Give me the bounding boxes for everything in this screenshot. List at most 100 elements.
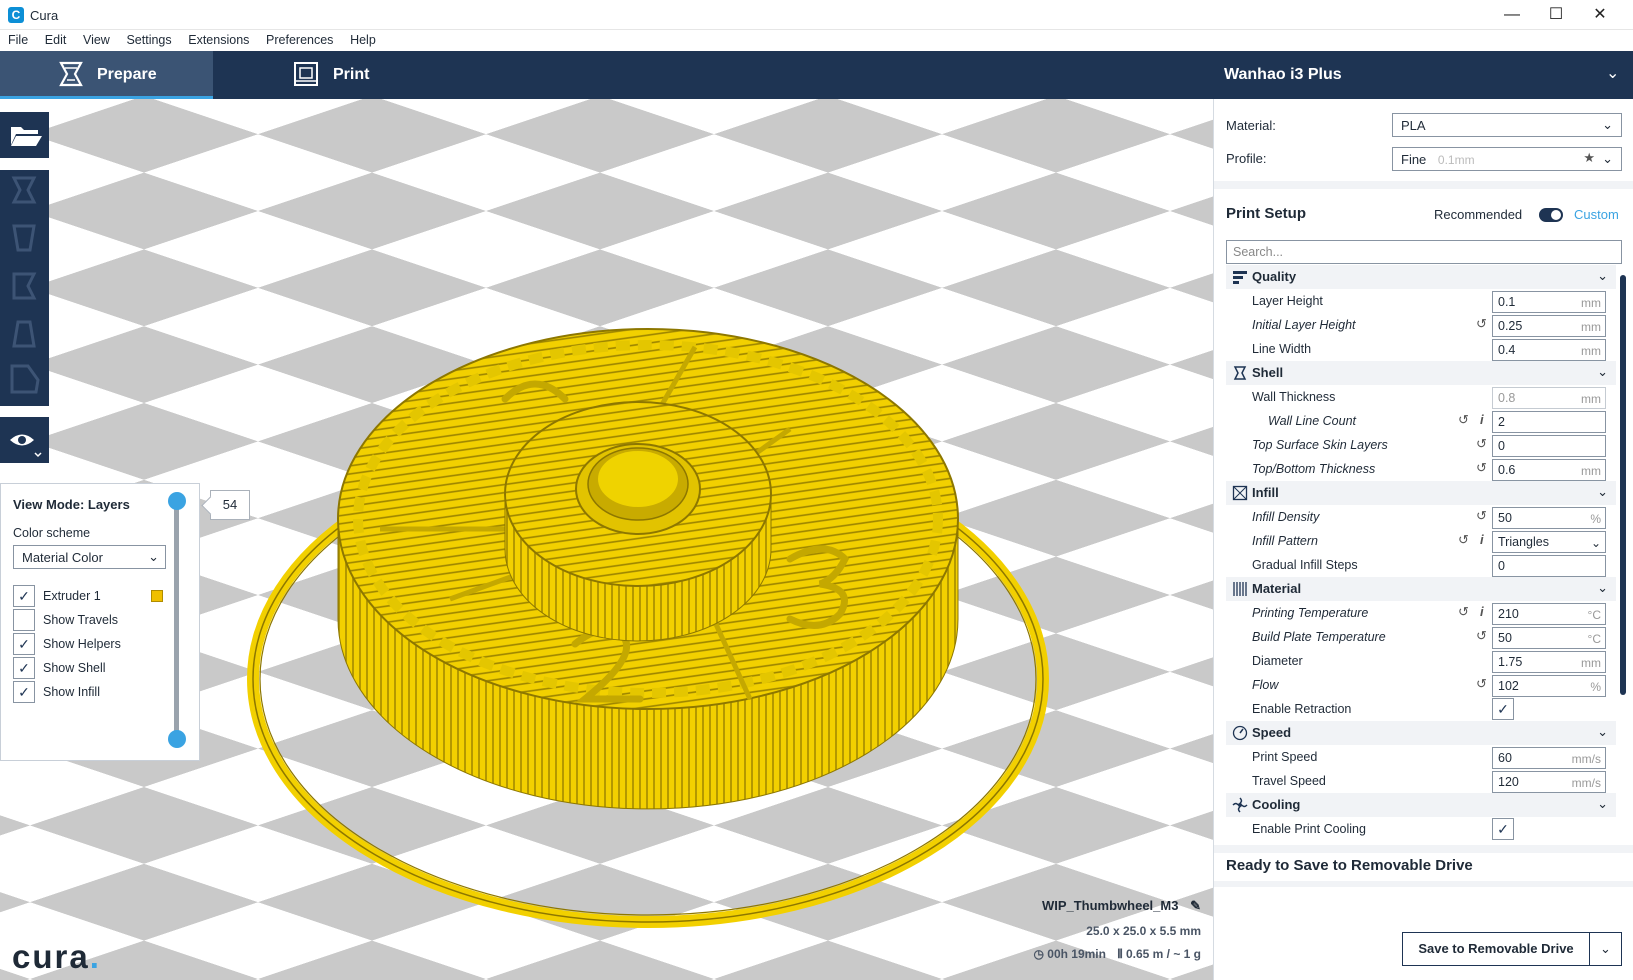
- category-infill[interactable]: Infill ⌄: [1226, 481, 1616, 505]
- info-icon[interactable]: i: [1480, 412, 1484, 427]
- menu-preferences[interactable]: Preferences: [266, 30, 333, 47]
- layer-number-input[interactable]: 54: [210, 490, 250, 520]
- layer-slider-top-handle[interactable]: [168, 492, 186, 510]
- reset-icon[interactable]: ↺: [1476, 316, 1487, 332]
- divider: [1214, 881, 1633, 887]
- star-icon[interactable]: ★: [1583, 150, 1595, 166]
- settings-sidebar: Material: PLA ⌄ Profile: Fine 0.1mm ★ ⌄ …: [1213, 99, 1633, 980]
- custom-mode-label[interactable]: Custom: [1574, 207, 1619, 222]
- tab-print-label: Print: [333, 66, 370, 83]
- open-file-button[interactable]: [0, 112, 49, 158]
- reset-icon[interactable]: ↺: [1476, 460, 1487, 476]
- color-scheme-select[interactable]: Material Color ⌄: [13, 545, 166, 569]
- category-speed[interactable]: Speed ⌄: [1226, 721, 1616, 745]
- top-bottom-thickness-input[interactable]: 0.6 mm: [1492, 459, 1606, 481]
- travel-speed-input[interactable]: 120 mm/s: [1492, 771, 1606, 793]
- line-width-input[interactable]: 0.4 mm: [1492, 339, 1606, 361]
- reset-icon[interactable]: ↺: [1458, 412, 1469, 428]
- menu-file[interactable]: File: [8, 30, 28, 47]
- tab-print[interactable]: Print: [213, 51, 413, 99]
- chevron-down-icon: ⌄: [1602, 151, 1613, 166]
- setting-line-width: Line Width 0.4 mm: [1226, 337, 1616, 361]
- wall-thickness-input[interactable]: 0.8 mm: [1492, 387, 1606, 409]
- extruder-1-label: Extruder 1: [43, 589, 101, 603]
- reset-icon[interactable]: ↺: [1476, 436, 1487, 452]
- extruder-1-checkbox[interactable]: ✓: [13, 585, 35, 607]
- category-quality[interactable]: Quality ⌄: [1226, 265, 1616, 289]
- wall-line-count-input[interactable]: 2: [1492, 411, 1606, 433]
- gradual-infill-steps-input[interactable]: 0: [1492, 555, 1606, 577]
- transform-tools: [0, 170, 49, 406]
- category-material[interactable]: Material ⌄: [1226, 577, 1616, 601]
- maximize-button[interactable]: ☐: [1536, 4, 1576, 26]
- tab-prepare-label: Prepare: [97, 66, 157, 83]
- setting-top-bottom-thickness: Top/Bottom Thickness ↺ 0.6 mm: [1226, 457, 1616, 481]
- show-helpers-checkbox[interactable]: ✓: [13, 633, 35, 655]
- layer-slider-track[interactable]: [174, 501, 179, 739]
- menu-view[interactable]: View: [83, 30, 110, 47]
- menu-help[interactable]: Help: [350, 30, 376, 47]
- category-shell[interactable]: Shell ⌄: [1226, 361, 1616, 385]
- reset-icon[interactable]: ↺: [1476, 628, 1487, 644]
- pencil-icon[interactable]: ✎: [1190, 898, 1201, 913]
- menu-edit[interactable]: Edit: [45, 30, 67, 47]
- chevron-down-icon: ⌄: [1597, 580, 1608, 595]
- color-scheme-value: Material Color: [22, 550, 103, 565]
- settings-search-input[interactable]: Search...: [1226, 240, 1622, 264]
- show-travels-checkbox[interactable]: [13, 609, 35, 631]
- quality-icon: [1233, 271, 1247, 284]
- category-cooling[interactable]: Cooling ⌄: [1226, 793, 1616, 817]
- save-to-removable-drive-button[interactable]: Save to Removable Drive: [1402, 932, 1590, 966]
- spool-icon: ⦀: [1117, 947, 1123, 961]
- menu-extensions[interactable]: Extensions: [188, 30, 249, 47]
- reset-icon[interactable]: ↺: [1458, 604, 1469, 620]
- cura-app-icon: C: [8, 7, 24, 23]
- settings-scrollbar[interactable]: [1620, 275, 1626, 695]
- diameter-input[interactable]: 1.75 mm: [1492, 651, 1606, 673]
- layer-slider-bottom-handle[interactable]: [168, 730, 186, 748]
- reset-icon[interactable]: ↺: [1476, 676, 1487, 692]
- minimize-button[interactable]: —: [1492, 4, 1532, 26]
- scale-tool-icon: [12, 224, 36, 252]
- setting-wall-thickness: Wall Thickness 0.8 mm: [1226, 385, 1616, 409]
- material-value: PLA: [1401, 118, 1426, 133]
- build-plate-temperature-input[interactable]: 50 °C: [1492, 627, 1606, 649]
- reset-icon[interactable]: ↺: [1476, 508, 1487, 524]
- view-mode-title: View Mode: Layers: [13, 497, 130, 512]
- show-shell-checkbox[interactable]: ✓: [13, 657, 35, 679]
- print-time: 00h 19min: [1047, 947, 1106, 961]
- setting-infill-pattern: Infill Pattern ↺ i Triangles ⌄: [1226, 529, 1616, 553]
- flow-input[interactable]: 102%: [1492, 675, 1606, 697]
- infill-density-input[interactable]: 50%: [1492, 507, 1606, 529]
- initial-layer-height-input[interactable]: 0.25 mm: [1492, 315, 1606, 337]
- enable-print-cooling-checkbox[interactable]: ✓: [1492, 818, 1514, 840]
- recommended-mode-label[interactable]: Recommended: [1434, 207, 1522, 222]
- material-select[interactable]: PLA ⌄: [1392, 113, 1622, 137]
- mode-toggle[interactable]: [1539, 208, 1563, 222]
- infill-pattern-select[interactable]: Triangles ⌄: [1492, 531, 1606, 553]
- infill-icon: [1232, 485, 1248, 501]
- chevron-down-icon[interactable]: ⌄: [1606, 63, 1619, 83]
- menu-settings[interactable]: Settings: [126, 30, 171, 47]
- info-icon[interactable]: i: [1480, 532, 1484, 547]
- layer-height-input[interactable]: 0.1 mm: [1492, 291, 1606, 313]
- info-icon[interactable]: i: [1480, 604, 1484, 619]
- profile-select[interactable]: Fine 0.1mm ★ ⌄: [1392, 147, 1622, 171]
- printer-name[interactable]: Wanhao i3 Plus: [1224, 66, 1342, 84]
- enable-retraction-checkbox[interactable]: ✓: [1492, 698, 1514, 720]
- divider: [1214, 845, 1633, 853]
- extruder-1-row[interactable]: ✓ Extruder 1: [13, 585, 163, 607]
- view-mode-button[interactable]: [0, 417, 49, 463]
- tab-prepare[interactable]: Prepare: [0, 51, 213, 99]
- setting-enable-print-cooling: Enable Print Cooling ✓: [1226, 817, 1616, 841]
- close-button[interactable]: ✕: [1580, 4, 1620, 26]
- print-speed-input[interactable]: 60 mm/s: [1492, 747, 1606, 769]
- printing-temperature-input[interactable]: 210 °C: [1492, 603, 1606, 625]
- material-label: Material:: [1226, 118, 1276, 133]
- save-options-chevron-icon[interactable]: ⌄: [1590, 932, 1622, 966]
- reset-icon[interactable]: ↺: [1458, 532, 1469, 548]
- setting-wall-line-count: Wall Line Count ↺ i 2: [1226, 409, 1616, 433]
- job-name[interactable]: WIP_Thumbwheel_M3 ✎: [1042, 898, 1201, 914]
- top-surface-skin-layers-input[interactable]: 0: [1492, 435, 1606, 457]
- show-infill-checkbox[interactable]: ✓: [13, 681, 35, 703]
